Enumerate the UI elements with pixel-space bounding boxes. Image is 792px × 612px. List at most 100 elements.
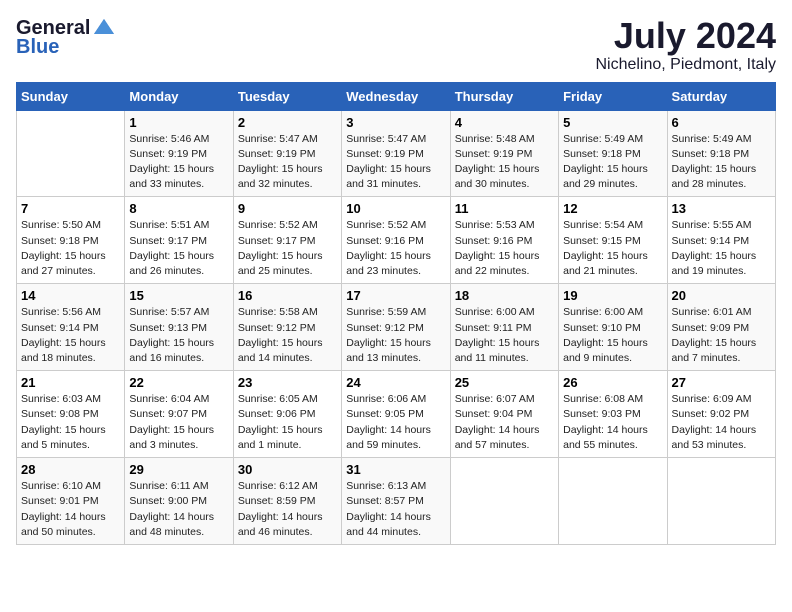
col-header-tuesday: Tuesday [233, 82, 341, 110]
day-info: Sunrise: 6:08 AM Sunset: 9:03 PM Dayligh… [563, 392, 662, 453]
day-cell-21: 21 Sunrise: 6:03 AM Sunset: 9:08 PM Dayli… [17, 371, 125, 458]
logo-icon [92, 16, 116, 40]
day-cell-17: 17 Sunrise: 5:59 AM Sunset: 9:12 PM Dayli… [342, 284, 450, 371]
day-number: 24 [346, 375, 445, 390]
day-info: Sunrise: 5:47 AM Sunset: 9:19 PM Dayligh… [238, 132, 337, 193]
day-info: Sunrise: 6:03 AM Sunset: 9:08 PM Dayligh… [21, 392, 120, 453]
day-info: Sunrise: 5:56 AM Sunset: 9:14 PM Dayligh… [21, 305, 120, 366]
day-info: Sunrise: 5:57 AM Sunset: 9:13 PM Dayligh… [129, 305, 228, 366]
day-cell-31: 31 Sunrise: 6:13 AM Sunset: 8:57 PM Dayli… [342, 458, 450, 545]
day-number: 8 [129, 201, 228, 216]
day-cell-11: 11Sunrise: 5:53 AM Sunset: 9:16 PM Dayli… [450, 197, 558, 284]
day-number: 28 [21, 462, 120, 477]
day-number: 15 [129, 288, 228, 303]
day-cell-30: 30 Sunrise: 6:12 AM Sunset: 8:59 PM Dayli… [233, 458, 341, 545]
day-info: Sunrise: 6:07 AM Sunset: 9:04 PM Dayligh… [455, 392, 554, 453]
day-cell-10: 10 Sunrise: 5:52 AM Sunset: 9:16 PM Dayli… [342, 197, 450, 284]
day-cell-2: 2 Sunrise: 5:47 AM Sunset: 9:19 PM Daylig… [233, 110, 341, 197]
day-info: Sunrise: 5:51 AM Sunset: 9:17 PM Dayligh… [129, 218, 228, 279]
day-info: Sunrise: 5:52 AM Sunset: 9:16 PM Dayligh… [346, 218, 445, 279]
day-cell-13: 13 Sunrise: 5:55 AM Sunset: 9:14 PM Dayli… [667, 197, 775, 284]
day-number: 11 [455, 201, 554, 216]
day-cell-6: 6 Sunrise: 5:49 AM Sunset: 9:18 PM Daylig… [667, 110, 775, 197]
col-header-thursday: Thursday [450, 82, 558, 110]
day-number: 23 [238, 375, 337, 390]
empty-cell [450, 458, 558, 545]
day-info: Sunrise: 5:50 AM Sunset: 9:18 PM Dayligh… [21, 218, 120, 279]
day-number: 6 [672, 115, 771, 130]
day-number: 26 [563, 375, 662, 390]
day-info: Sunrise: 5:46 AM Sunset: 9:19 PM Dayligh… [129, 132, 228, 193]
day-info: Sunrise: 6:11 AM Sunset: 9:00 PM Dayligh… [129, 479, 228, 540]
day-number: 16 [238, 288, 337, 303]
day-number: 31 [346, 462, 445, 477]
day-info: Sunrise: 6:06 AM Sunset: 9:05 PM Dayligh… [346, 392, 445, 453]
day-cell-27: 27 Sunrise: 6:09 AM Sunset: 9:02 PM Dayli… [667, 371, 775, 458]
day-cell-16: 16 Sunrise: 5:58 AM Sunset: 9:12 PM Dayli… [233, 284, 341, 371]
day-number: 20 [672, 288, 771, 303]
day-cell-7: 7 Sunrise: 5:50 AM Sunset: 9:18 PM Daylig… [17, 197, 125, 284]
day-info: Sunrise: 6:05 AM Sunset: 9:06 PM Dayligh… [238, 392, 337, 453]
day-cell-9: 9Sunrise: 5:52 AM Sunset: 9:17 PM Daylig… [233, 197, 341, 284]
day-cell-8: 8 Sunrise: 5:51 AM Sunset: 9:17 PM Daylig… [125, 197, 233, 284]
day-info: Sunrise: 5:48 AM Sunset: 9:19 PM Dayligh… [455, 132, 554, 193]
day-number: 5 [563, 115, 662, 130]
day-cell-23: 23 Sunrise: 6:05 AM Sunset: 9:06 PM Dayli… [233, 371, 341, 458]
day-number: 22 [129, 375, 228, 390]
day-cell-20: 20 Sunrise: 6:01 AM Sunset: 9:09 PM Dayli… [667, 284, 775, 371]
day-cell-28: 28 Sunrise: 6:10 AM Sunset: 9:01 PM Dayli… [17, 458, 125, 545]
day-number: 13 [672, 201, 771, 216]
day-cell-24: 24 Sunrise: 6:06 AM Sunset: 9:05 PM Dayli… [342, 371, 450, 458]
day-number: 18 [455, 288, 554, 303]
day-cell-18: 18Sunrise: 6:00 AM Sunset: 9:11 PM Dayli… [450, 284, 558, 371]
day-cell-14: 14 Sunrise: 5:56 AM Sunset: 9:14 PM Dayli… [17, 284, 125, 371]
day-number: 14 [21, 288, 120, 303]
location: Nichelino, Piedmont, Italy [595, 56, 776, 74]
day-info: Sunrise: 6:12 AM Sunset: 8:59 PM Dayligh… [238, 479, 337, 540]
day-cell-29: 29 Sunrise: 6:11 AM Sunset: 9:00 PM Dayli… [125, 458, 233, 545]
day-number: 30 [238, 462, 337, 477]
day-cell-4: 4 Sunrise: 5:48 AM Sunset: 9:19 PM Daylig… [450, 110, 558, 197]
day-info: Sunrise: 5:55 AM Sunset: 9:14 PM Dayligh… [672, 218, 771, 279]
day-info: Sunrise: 5:47 AM Sunset: 9:19 PM Dayligh… [346, 132, 445, 193]
day-cell-12: 12 Sunrise: 5:54 AM Sunset: 9:15 PM Dayli… [559, 197, 667, 284]
day-info: Sunrise: 6:10 AM Sunset: 9:01 PM Dayligh… [21, 479, 120, 540]
col-header-friday: Friday [559, 82, 667, 110]
logo-blue-text: Blue [16, 36, 59, 59]
day-info: Sunrise: 6:00 AM Sunset: 9:10 PM Dayligh… [563, 305, 662, 366]
day-cell-3: 3Sunrise: 5:47 AM Sunset: 9:19 PM Daylig… [342, 110, 450, 197]
day-cell-22: 22 Sunrise: 6:04 AM Sunset: 9:07 PM Dayli… [125, 371, 233, 458]
day-number: 21 [21, 375, 120, 390]
col-header-sunday: Sunday [17, 82, 125, 110]
day-cell-26: 26 Sunrise: 6:08 AM Sunset: 9:03 PM Dayli… [559, 371, 667, 458]
title-area: July 2024 Nichelino, Piedmont, Italy [595, 16, 776, 74]
day-cell-5: 5 Sunrise: 5:49 AM Sunset: 9:18 PM Daylig… [559, 110, 667, 197]
day-number: 7 [21, 201, 120, 216]
day-info: Sunrise: 5:49 AM Sunset: 9:18 PM Dayligh… [563, 132, 662, 193]
day-number: 12 [563, 201, 662, 216]
day-number: 29 [129, 462, 228, 477]
day-info: Sunrise: 6:04 AM Sunset: 9:07 PM Dayligh… [129, 392, 228, 453]
day-info: Sunrise: 6:13 AM Sunset: 8:57 PM Dayligh… [346, 479, 445, 540]
day-number: 17 [346, 288, 445, 303]
day-info: Sunrise: 6:09 AM Sunset: 9:02 PM Dayligh… [672, 392, 771, 453]
day-number: 10 [346, 201, 445, 216]
col-header-saturday: Saturday [667, 82, 775, 110]
day-cell-25: 25 Sunrise: 6:07 AM Sunset: 9:04 PM Dayli… [450, 371, 558, 458]
day-info: Sunrise: 5:49 AM Sunset: 9:18 PM Dayligh… [672, 132, 771, 193]
day-info: Sunrise: 5:59 AM Sunset: 9:12 PM Dayligh… [346, 305, 445, 366]
day-info: Sunrise: 6:01 AM Sunset: 9:09 PM Dayligh… [672, 305, 771, 366]
day-number: 19 [563, 288, 662, 303]
day-number: 9 [238, 201, 337, 216]
day-number: 2 [238, 115, 337, 130]
col-header-wednesday: Wednesday [342, 82, 450, 110]
day-number: 1 [129, 115, 228, 130]
month-title: July 2024 [595, 16, 776, 56]
day-number: 27 [672, 375, 771, 390]
empty-cell [559, 458, 667, 545]
day-number: 4 [455, 115, 554, 130]
day-info: Sunrise: 5:58 AM Sunset: 9:12 PM Dayligh… [238, 305, 337, 366]
day-number: 25 [455, 375, 554, 390]
day-info: Sunrise: 5:54 AM Sunset: 9:15 PM Dayligh… [563, 218, 662, 279]
logo: General Blue [16, 16, 116, 59]
